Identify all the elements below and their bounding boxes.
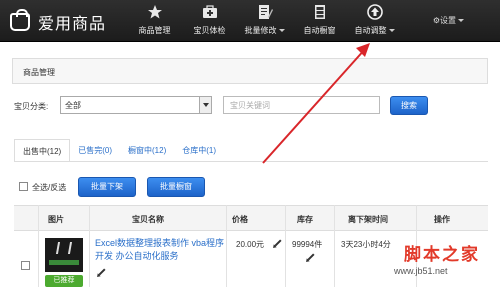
watermark-url: www.jb51.net <box>394 266 448 276</box>
product-thumbnail[interactable] <box>45 238 83 272</box>
settings-menu[interactable]: ⚙设置 <box>433 15 464 26</box>
recommended-badge: 已推荐 <box>45 275 83 287</box>
chevron-down-icon <box>458 19 464 23</box>
cabinet-icon <box>314 5 325 19</box>
column-header-price: 价格 <box>232 215 248 224</box>
shopping-bag-icon <box>10 9 30 31</box>
watermark-title: 脚本之家 <box>404 245 480 265</box>
row-checkbox[interactable] <box>21 261 30 270</box>
keyword-search-input[interactable] <box>223 96 380 114</box>
chevron-down-icon[interactable] <box>199 97 211 113</box>
category-select[interactable]: 全部 <box>60 96 212 114</box>
column-header-name: 宝贝名称 <box>132 215 164 224</box>
column-divider <box>285 205 286 287</box>
column-divider <box>38 205 39 287</box>
category-select-value: 全部 <box>65 101 81 110</box>
nav-item-product-management[interactable]: 商品管理 <box>127 0 182 42</box>
column-header-image: 图片 <box>48 215 64 224</box>
nav-item-auto-adjust[interactable]: 自动调整 <box>347 0 402 42</box>
nav-item-product-checkup[interactable]: 宝贝体检 <box>182 0 237 42</box>
nav-item-batch-edit[interactable]: 批量修改 <box>237 0 292 42</box>
app-name: 爱用商品 <box>38 16 107 33</box>
select-all-label: 全选/反选 <box>32 183 67 192</box>
product-status-tabs: 出售中(12) 已售完(0) 橱窗中(12) 仓库中(1) <box>14 139 224 162</box>
tab-on-sale[interactable]: 出售中(12) <box>14 139 71 162</box>
column-divider <box>89 205 90 287</box>
main-nav: 商品管理 宝贝体检 批量修改 自动橱窗 自动调整 <box>127 0 402 42</box>
nav-label: 自动调整 <box>347 25 402 36</box>
tab-in-window[interactable]: 橱窗中(12) <box>120 139 174 162</box>
product-name-link[interactable]: Excel数据整理报表制作 vba程序开发 办公自动化服务 <box>95 237 225 263</box>
star-icon <box>147 5 162 19</box>
column-divider <box>334 205 335 287</box>
gear-icon: ⚙ <box>432 16 440 25</box>
product-price: 20.00元 <box>236 240 265 249</box>
top-navigation-bar: 爱用商品 商品管理 宝贝体检 批量修改 自动橱窗 自动调整 ⚙设置 <box>0 0 500 42</box>
select-all-checkbox[interactable] <box>19 182 28 191</box>
category-label: 宝贝分类: <box>14 102 49 111</box>
tab-divider <box>14 161 488 162</box>
section-header: 商品管理 <box>12 58 488 84</box>
chevron-down-icon <box>388 29 395 33</box>
batch-window-button[interactable]: 批量橱窗 <box>147 177 205 197</box>
document-edit-icon <box>258 5 273 19</box>
settings-label: 设置 <box>440 16 456 25</box>
product-stock: 99994件 <box>292 240 323 249</box>
batch-delist-button[interactable]: 批量下架 <box>78 177 136 197</box>
upload-circle-icon <box>366 4 383 20</box>
nav-label: 自动橱窗 <box>303 26 336 35</box>
column-header-actions: 操作 <box>434 215 450 224</box>
tab-in-warehouse[interactable]: 仓库中(1) <box>174 139 224 162</box>
column-header-delist-time: 离下架时间 <box>348 215 388 224</box>
nav-label: 商品管理 <box>138 26 171 35</box>
app-logo[interactable]: 爱用商品 <box>10 9 107 34</box>
nav-label: 批量修改 <box>237 25 292 36</box>
column-header-stock: 库存 <box>297 215 313 224</box>
nav-item-auto-window[interactable]: 自动橱窗 <box>292 0 347 42</box>
search-button[interactable]: 搜索 <box>390 96 428 115</box>
nav-label: 宝贝体检 <box>193 26 226 35</box>
site-watermark: 脚本之家 www.jb51.net <box>384 240 494 284</box>
column-divider <box>226 205 227 287</box>
page-title: 商品管理 <box>23 68 55 77</box>
product-banner-image <box>49 260 79 265</box>
tab-sold-out[interactable]: 已售完(0) <box>70 139 120 162</box>
product-logo-image <box>55 242 73 254</box>
chevron-down-icon <box>278 29 285 33</box>
medical-kit-icon <box>202 5 217 18</box>
